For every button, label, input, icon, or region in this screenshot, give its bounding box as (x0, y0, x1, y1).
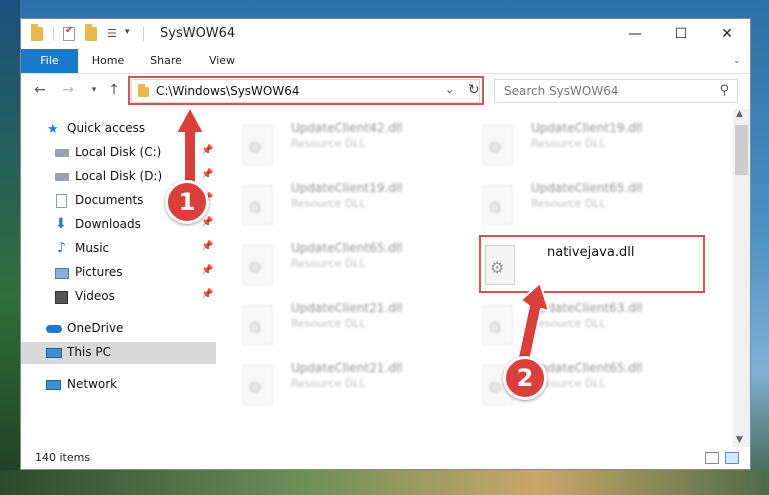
annotation-arrows (175, 106, 550, 366)
step-2-badge: 2 (503, 356, 547, 400)
arrow-step-2 (516, 282, 550, 366)
arrow-step-1 (175, 106, 205, 186)
step-1-badge: 1 (165, 180, 209, 224)
